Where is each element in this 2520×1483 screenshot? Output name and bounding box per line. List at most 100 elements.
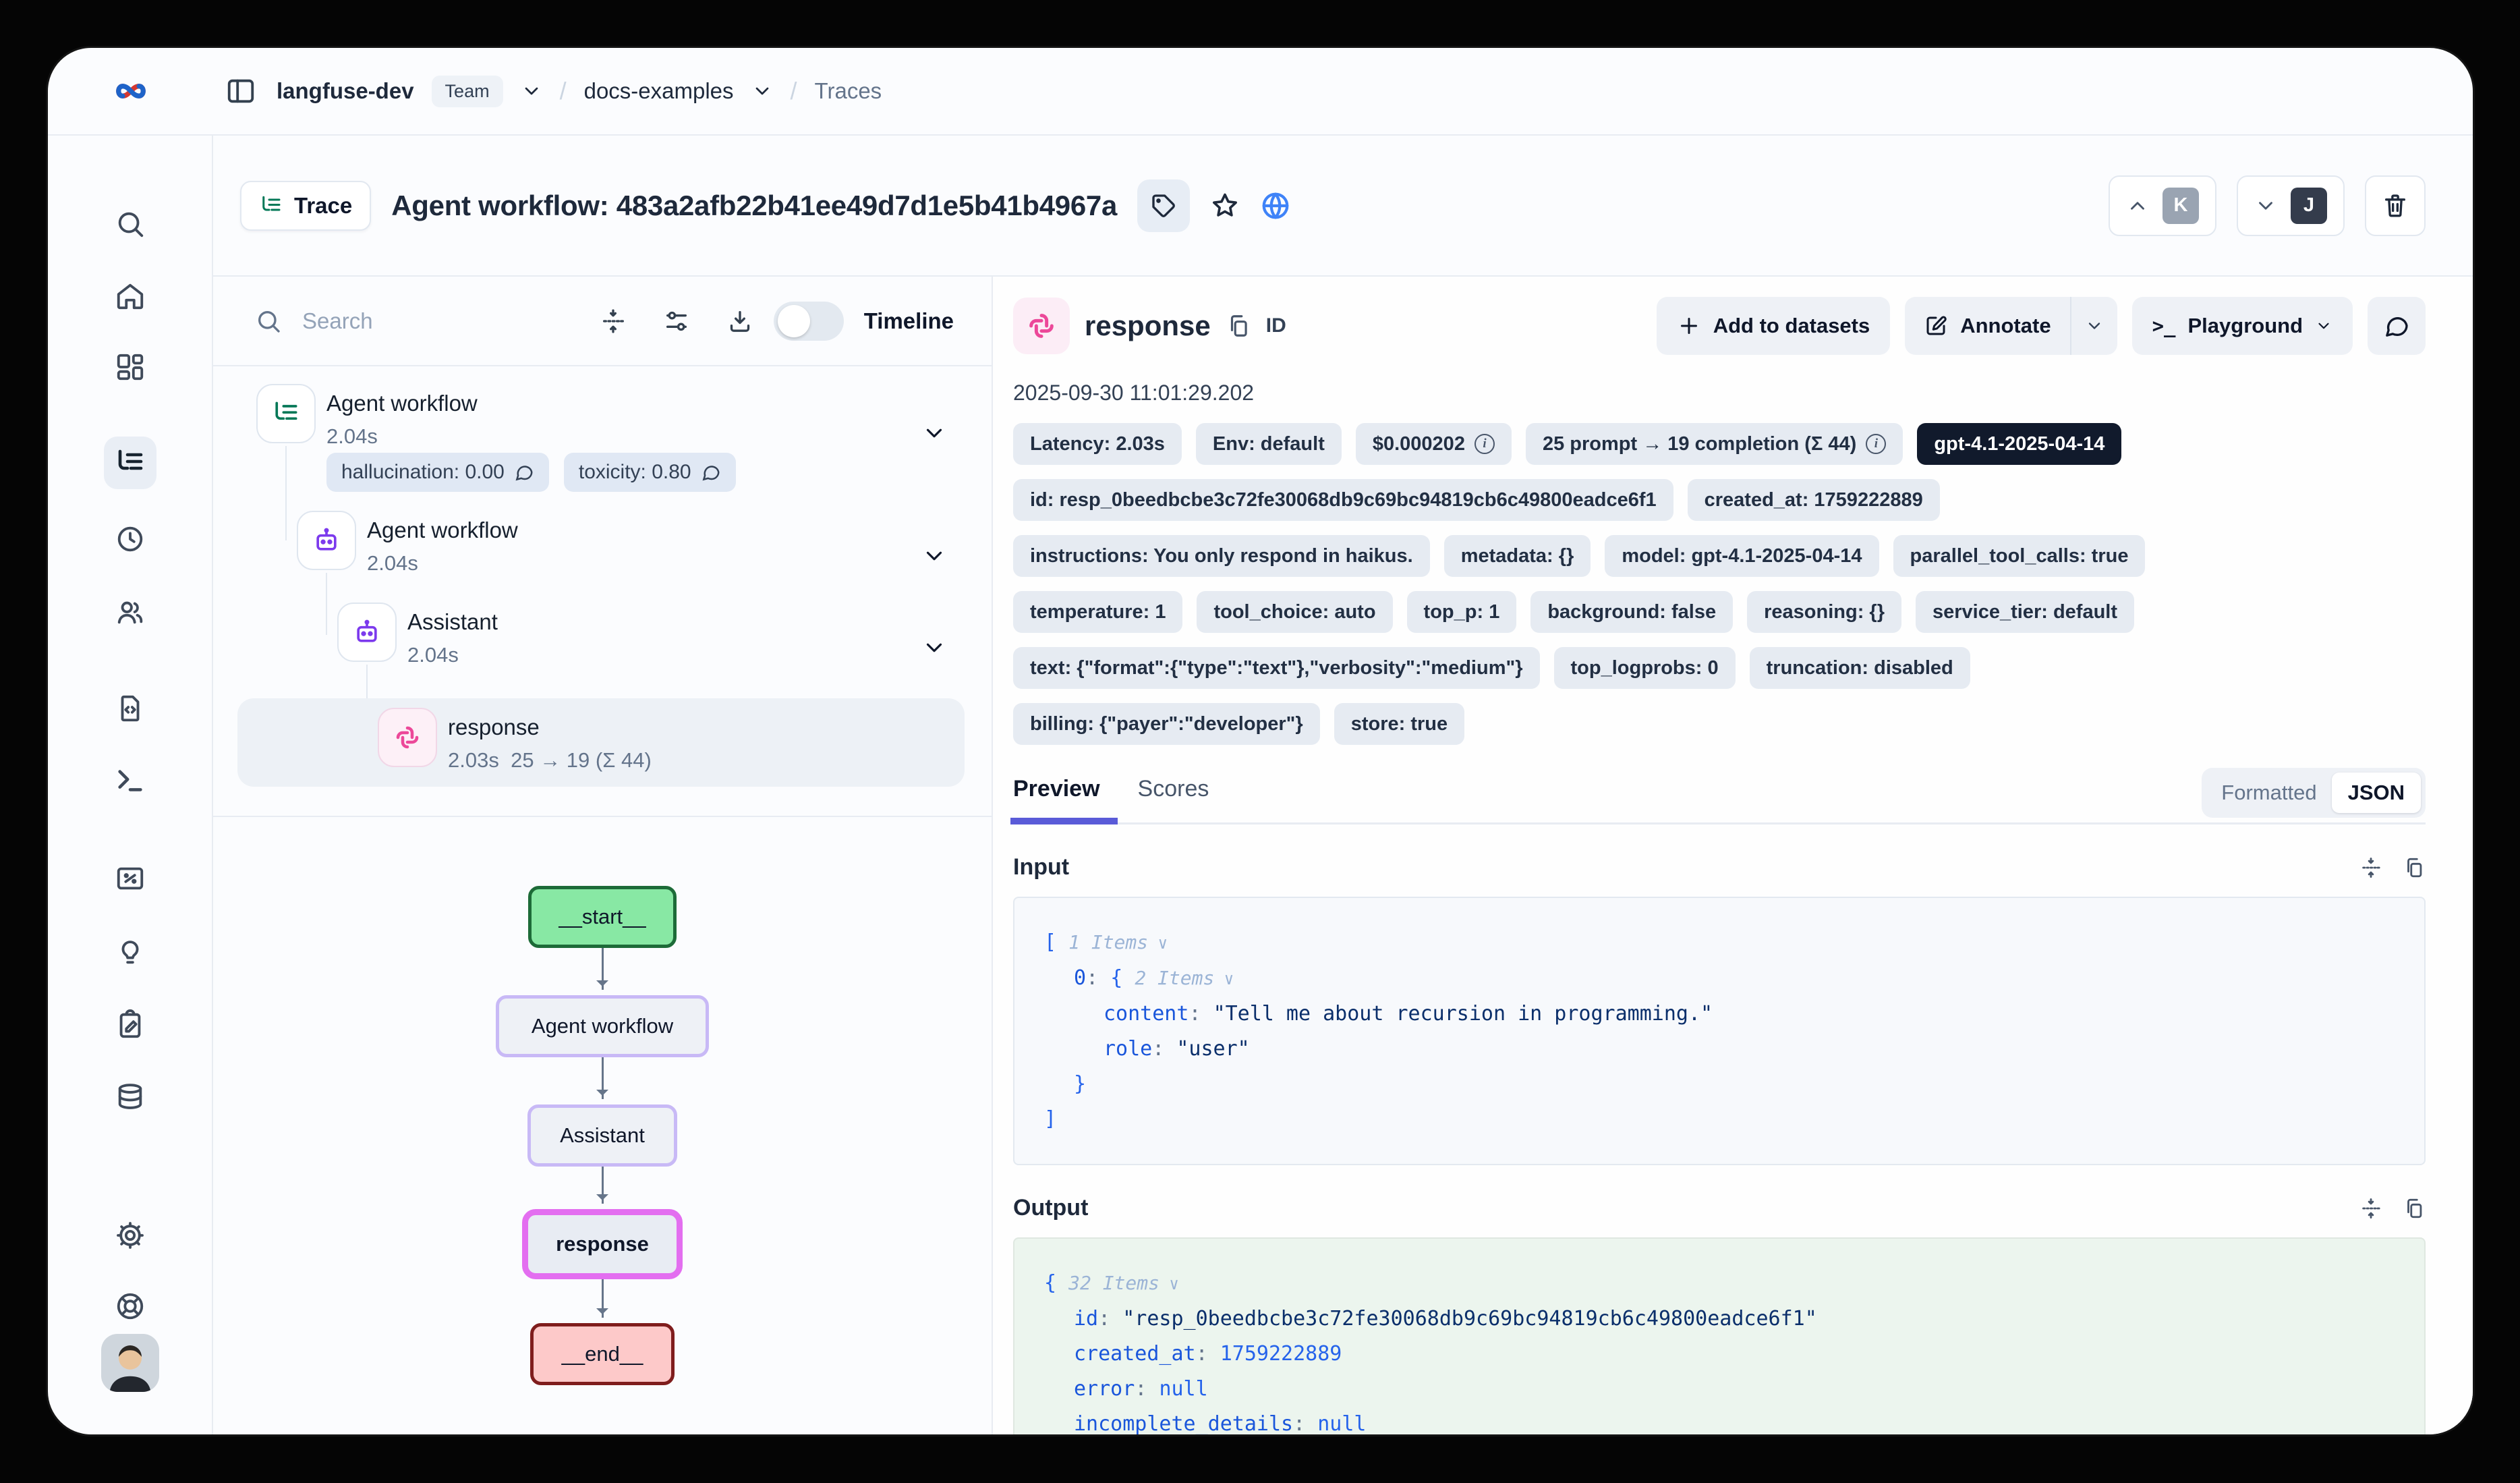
workflow-graph[interactable]: __start__ Agent workflow Assistant respo… (213, 817, 992, 1434)
code-line: id: "resp_0beedbcbe3c72fe30068db9c69bc94… (1044, 1302, 2395, 1337)
graph-node-response[interactable]: response (522, 1209, 683, 1279)
search-input[interactable]: Search (302, 308, 579, 334)
copy-id-icon[interactable] (1226, 313, 1251, 339)
star-icon[interactable] (1210, 191, 1240, 221)
metadata-badge[interactable]: created_at: 1759222889 (1688, 479, 1940, 521)
dashboards-icon[interactable] (104, 341, 156, 393)
prompts-icon[interactable] (104, 682, 156, 735)
metadata-badge[interactable]: Latency: 2.03s (1013, 423, 1182, 465)
tree-row-label[interactable]: Agent workflow (326, 391, 478, 416)
annotate-dropdown-chevron[interactable] (2070, 297, 2117, 355)
trace-type-chip[interactable]: Trace (240, 181, 371, 231)
metadata-badge[interactable]: billing: {"payer":"developer"} (1013, 703, 1320, 745)
breadcrumb-org[interactable]: langfuse-dev (277, 78, 414, 104)
metadata-badge[interactable]: metadata: {} (1444, 535, 1591, 577)
support-icon[interactable] (104, 1280, 156, 1333)
collapse-icon[interactable] (2359, 856, 2382, 879)
agent-node-icon[interactable] (337, 603, 397, 662)
trace-tree-icon (259, 194, 283, 218)
metadata-badge[interactable]: model: gpt-4.1-2025-04-14 (1605, 535, 1879, 577)
graph-node-agent-workflow[interactable]: Agent workflow (496, 995, 709, 1057)
score-badge[interactable]: toxicity: 0.80 (564, 453, 736, 492)
metadata-badge[interactable]: temperature: 1 (1013, 591, 1182, 633)
output-json[interactable]: { 32 Items ∨id: "resp_0beedbcbe3c72fe300… (1013, 1237, 2426, 1434)
home-icon[interactable] (104, 270, 156, 323)
metadata-badge[interactable]: top_p: 1 (1407, 591, 1517, 633)
metadata-badge[interactable]: instructions: You only respond in haikus… (1013, 535, 1430, 577)
row-chevron-down-icon[interactable] (921, 420, 947, 446)
metadata-badge[interactable]: $0.000202i (1356, 423, 1512, 465)
breadcrumb-section[interactable]: Traces (815, 78, 882, 104)
datasets-icon[interactable] (104, 1071, 156, 1123)
trace-node-icon[interactable] (256, 384, 316, 443)
next-trace-button[interactable]: J (2237, 175, 2345, 236)
metadata-badge[interactable]: gpt-4.1-2025-04-14 (1917, 423, 2121, 465)
scores-icon[interactable] (104, 852, 156, 905)
terminal-icon: >_ (2152, 314, 2176, 337)
row-chevron-down-icon[interactable] (921, 635, 947, 661)
collapse-all-icon[interactable] (600, 308, 627, 335)
langfuse-logo[interactable] (48, 72, 213, 111)
users-icon[interactable] (104, 586, 156, 638)
top-bar: langfuse-dev Team / docs-examples / Trac… (48, 48, 2473, 136)
download-icon[interactable] (726, 308, 753, 335)
user-avatar[interactable] (101, 1334, 159, 1392)
add-to-datasets-button[interactable]: Add to datasets (1657, 297, 1891, 355)
code-line: content: "Tell me about recursion in pro… (1044, 997, 2395, 1032)
metadata-badge[interactable]: 25 prompt → 19 completion (Σ 44)i (1526, 423, 1903, 465)
collapse-icon[interactable] (2359, 1197, 2382, 1220)
id-label[interactable]: ID (1266, 314, 1286, 337)
metadata-badge[interactable]: id: resp_0beedbcbe3c72fe30068db9c69bc948… (1013, 479, 1673, 521)
format-json[interactable]: JSON (2332, 773, 2421, 813)
filters-icon[interactable] (663, 308, 690, 335)
globe-icon[interactable] (1260, 190, 1291, 221)
panel-toggle-icon[interactable] (225, 76, 256, 107)
metadata-badge[interactable]: service_tier: default (1916, 591, 2134, 633)
sessions-icon[interactable] (104, 513, 156, 565)
search-icon[interactable] (104, 198, 156, 250)
delete-trace-button[interactable] (2365, 175, 2426, 236)
timeline-toggle[interactable] (774, 302, 844, 341)
tree-row-label[interactable]: response (448, 715, 540, 740)
score-badge[interactable]: hallucination: 0.00 (326, 453, 549, 492)
code-line: } (1044, 1067, 2395, 1102)
breadcrumb-divider: / (560, 77, 567, 105)
copy-icon[interactable] (2403, 856, 2426, 879)
org-chevron-down-icon[interactable] (521, 80, 542, 102)
metadata-badge[interactable]: truncation: disabled (1750, 647, 1970, 689)
metadata-badge[interactable]: store: true (1334, 703, 1464, 745)
metadata-badge[interactable]: top_logprobs: 0 (1554, 647, 1736, 689)
annotate-button[interactable]: Annotate (1905, 297, 2069, 355)
copy-icon[interactable] (2403, 1197, 2426, 1220)
playground-icon[interactable] (104, 754, 156, 807)
metadata-badge[interactable]: Env: default (1196, 423, 1342, 465)
prev-trace-button[interactable]: K (2109, 175, 2216, 236)
tab-preview[interactable]: Preview (1013, 772, 1100, 822)
generation-node-icon[interactable] (378, 708, 437, 767)
metadata-badge[interactable]: background: false (1530, 591, 1733, 633)
annotation-icon[interactable] (104, 999, 156, 1051)
tab-scores[interactable]: Scores (1138, 772, 1209, 822)
row-chevron-down-icon[interactable] (921, 543, 947, 569)
agent-node-icon[interactable] (297, 511, 356, 570)
tracing-icon[interactable] (104, 437, 156, 489)
tree-row-label[interactable]: Assistant (407, 609, 498, 635)
graph-node-end[interactable]: __end__ (530, 1323, 675, 1385)
breadcrumb-project[interactable]: docs-examples (584, 78, 734, 104)
chevron-up-icon (2126, 194, 2149, 217)
metadata-badge[interactable]: parallel_tool_calls: true (1893, 535, 2146, 577)
metadata-badge[interactable]: tool_choice: auto (1197, 591, 1392, 633)
graph-node-assistant[interactable]: Assistant (527, 1104, 677, 1167)
tree-row-label[interactable]: Agent workflow (367, 517, 518, 543)
graph-node-start[interactable]: __start__ (528, 886, 677, 948)
project-chevron-down-icon[interactable] (751, 80, 773, 102)
settings-gear-icon[interactable] (104, 1209, 156, 1262)
metadata-badge[interactable]: reasoning: {} (1747, 591, 1901, 633)
tag-icon[interactable] (1137, 179, 1190, 232)
format-formatted[interactable]: Formatted (2206, 781, 2331, 805)
metadata-badge[interactable]: text: {"format":{"type":"text"},"verbosi… (1013, 647, 1540, 689)
playground-button[interactable]: >_ Playground (2132, 297, 2353, 355)
comments-button[interactable] (2368, 297, 2426, 355)
insights-icon[interactable] (104, 925, 156, 978)
input-json[interactable]: [ 1 Items ∨0: { 2 Items ∨content: "Tell … (1013, 897, 2426, 1165)
